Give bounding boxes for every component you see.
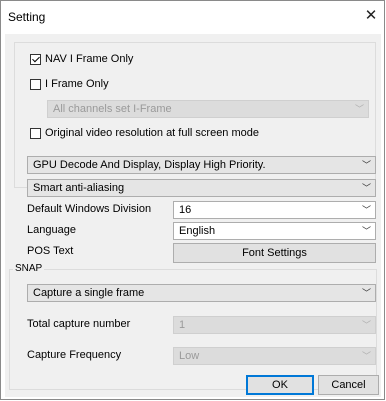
default-windows-division-value: 16 [179, 204, 192, 216]
gpu-mode-value: GPU Decode And Display, Display High Pri… [33, 159, 266, 171]
font-settings-button[interactable]: Font Settings [173, 243, 376, 263]
chevron-down-icon: ﹀ [361, 351, 371, 361]
anti-aliasing-value: Smart anti-aliasing [33, 182, 125, 194]
chevron-down-icon: ﹀ [361, 160, 371, 170]
capture-frequency-label: Capture Frequency [27, 349, 122, 361]
close-icon[interactable]: ✕ [360, 5, 382, 27]
checkbox-unchecked-icon [30, 78, 41, 90]
language-label: Language [27, 224, 76, 236]
iframe-channels-value: All channels set I-Frame [53, 103, 172, 115]
chevron-down-icon: ﹀ [361, 320, 371, 330]
checkbox-checked-icon [30, 53, 41, 65]
capture-frequency-select[interactable]: Low ﹀ [173, 347, 376, 365]
cancel-button[interactable]: Cancel [318, 375, 379, 395]
chevron-down-icon: ﹀ [361, 226, 371, 236]
capture-frequency-value: Low [179, 350, 200, 362]
gpu-mode-select[interactable]: GPU Decode And Display, Display High Pri… [27, 156, 376, 174]
snap-mode-select[interactable]: Capture a single frame ﹀ [27, 284, 376, 302]
window-title: Setting [8, 10, 46, 24]
anti-aliasing-select[interactable]: Smart anti-aliasing ﹀ [27, 179, 376, 197]
language-select[interactable]: English ﹀ [173, 222, 376, 240]
total-capture-number-label: Total capture number [27, 318, 131, 330]
setting-dialog: Setting ✕ NAV I Frame Only I Frame Only … [0, 0, 385, 400]
checkbox-unchecked-icon [30, 127, 41, 139]
iframe-only-label: I Frame Only [45, 78, 109, 90]
total-capture-number-select[interactable]: 1 ﹀ [173, 316, 376, 334]
chevron-down-icon: ﹀ [361, 205, 371, 215]
title-bar[interactable]: Setting ✕ [1, 1, 384, 33]
iframe-only-checkbox[interactable]: I Frame Only [30, 78, 109, 90]
original-resolution-label: Original video resolution at full screen… [45, 127, 260, 139]
language-value: English [179, 225, 216, 237]
iframe-channels-select[interactable]: All channels set I-Frame ﹀ [47, 100, 369, 118]
pos-text-label: POS Text [27, 245, 74, 257]
chevron-down-icon: ﹀ [361, 183, 371, 193]
total-capture-number-value: 1 [179, 319, 186, 331]
snap-mode-value: Capture a single frame [33, 287, 145, 299]
nav-iframe-only-checkbox[interactable]: NAV I Frame Only [30, 53, 133, 65]
dialog-client-area: NAV I Frame Only I Frame Only All channe… [5, 34, 381, 397]
ok-button[interactable]: OK [246, 375, 314, 395]
default-windows-division-label: Default Windows Division [27, 203, 152, 215]
original-resolution-checkbox[interactable]: Original video resolution at full screen… [30, 127, 259, 139]
snap-group-label: SNAP [13, 263, 45, 274]
nav-iframe-only-label: NAV I Frame Only [45, 53, 134, 65]
chevron-down-icon: ﹀ [354, 104, 364, 114]
default-windows-division-select[interactable]: 16 ﹀ [173, 201, 376, 219]
chevron-down-icon: ﹀ [361, 288, 371, 298]
